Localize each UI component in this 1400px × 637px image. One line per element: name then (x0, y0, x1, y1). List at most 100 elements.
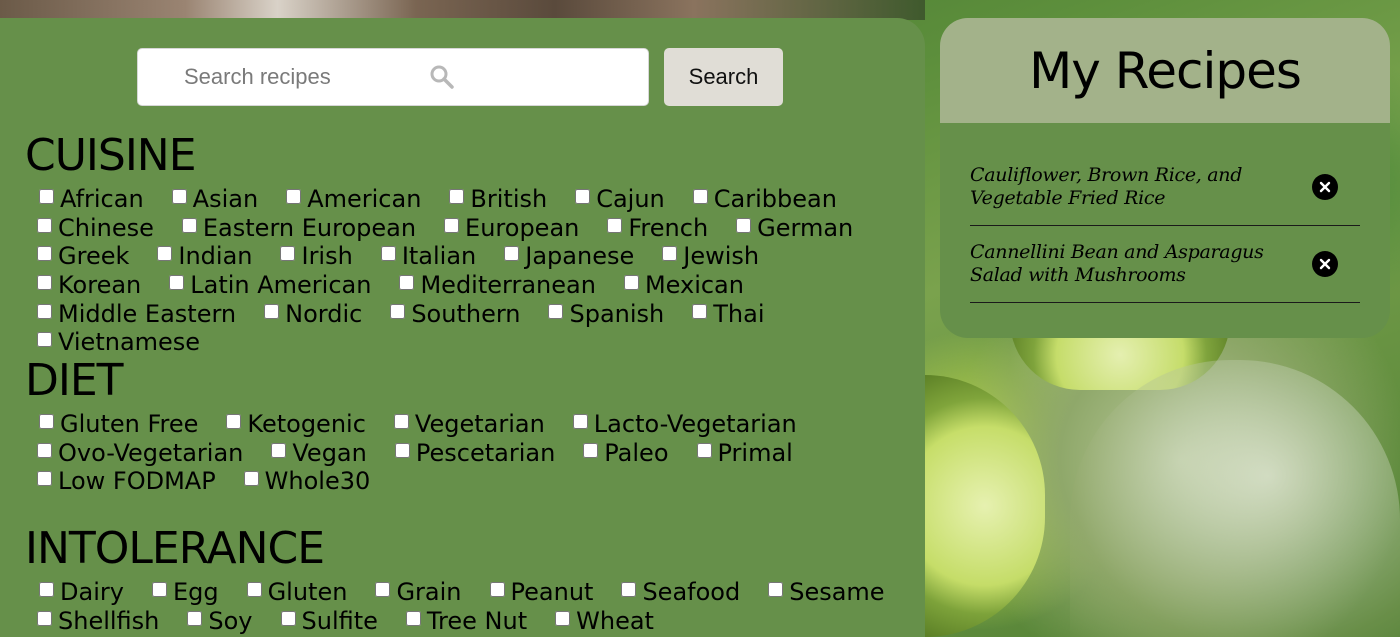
cuisine-checkbox[interactable] (548, 303, 564, 319)
diet-checkbox[interactable] (271, 442, 287, 458)
cuisine-checkbox[interactable] (171, 189, 187, 205)
cuisine-checkbox[interactable] (286, 189, 302, 205)
cuisine-option[interactable]: Italian (369, 242, 476, 271)
saved-recipe-name[interactable]: Cauliflower, Brown Rice, and Vegetable F… (970, 164, 1300, 210)
cuisine-option[interactable]: Caribbean (681, 185, 837, 214)
saved-recipe-item[interactable]: Cauliflower, Brown Rice, and Vegetable F… (970, 149, 1360, 226)
diet-option[interactable]: Lacto-Vegetarian (561, 410, 797, 439)
search-button[interactable]: Search (664, 48, 783, 106)
intolerance-checkbox[interactable] (768, 582, 784, 598)
cuisine-option[interactable]: European (432, 214, 579, 243)
cuisine-option[interactable]: Eastern European (170, 214, 416, 243)
cuisine-checkbox[interactable] (39, 189, 54, 205)
diet-checkbox[interactable] (572, 414, 588, 430)
diet-option[interactable]: Primal (685, 439, 793, 468)
intolerance-checkbox[interactable] (489, 582, 505, 598)
diet-option[interactable]: Whole30 (232, 467, 370, 496)
intolerance-option[interactable]: Wheat (543, 607, 654, 636)
diet-option[interactable]: Pescetarian (383, 439, 555, 468)
cuisine-option[interactable]: German (724, 214, 853, 243)
diet-option[interactable]: Paleo (571, 439, 669, 468)
cuisine-checkbox[interactable] (380, 246, 396, 262)
cuisine-option[interactable]: Asian (160, 185, 258, 214)
cuisine-checkbox[interactable] (37, 275, 52, 291)
cuisine-option[interactable]: Indian (145, 242, 252, 271)
cuisine-option[interactable]: Thai (680, 299, 765, 328)
cuisine-option[interactable]: Cajun (563, 185, 665, 214)
cuisine-checkbox[interactable] (181, 217, 197, 233)
diet-checkbox[interactable] (696, 442, 712, 458)
cuisine-option[interactable]: Greek (25, 242, 129, 271)
cuisine-checkbox[interactable] (692, 303, 708, 319)
cuisine-checkbox[interactable] (575, 189, 591, 205)
intolerance-checkbox[interactable] (37, 610, 52, 626)
intolerance-option[interactable]: Peanut (478, 578, 593, 607)
diet-option[interactable]: Vegetarian (382, 410, 545, 439)
cuisine-checkbox[interactable] (280, 246, 296, 262)
cuisine-checkbox[interactable] (692, 189, 708, 205)
intolerance-option[interactable]: Soy (175, 607, 253, 636)
cuisine-option[interactable]: Vietnamese (25, 328, 200, 357)
cuisine-option[interactable]: British (437, 185, 547, 214)
diet-checkbox[interactable] (583, 442, 599, 458)
cuisine-checkbox[interactable] (504, 246, 520, 262)
cuisine-option[interactable]: Spanish (536, 299, 664, 328)
intolerance-option[interactable]: Dairy (25, 578, 124, 607)
cuisine-checkbox[interactable] (157, 246, 173, 262)
intolerance-checkbox[interactable] (187, 610, 203, 626)
intolerance-option[interactable]: Gluten (235, 578, 347, 607)
diet-checkbox[interactable] (394, 442, 410, 458)
intolerance-option[interactable]: Egg (140, 578, 219, 607)
intolerance-option[interactable]: Shellfish (25, 607, 159, 636)
cuisine-option[interactable]: Southern (378, 299, 520, 328)
cuisine-checkbox[interactable] (169, 275, 185, 291)
cuisine-option[interactable]: Korean (25, 271, 141, 300)
cuisine-checkbox[interactable] (37, 217, 52, 233)
remove-recipe-button[interactable] (1312, 174, 1338, 200)
diet-checkbox[interactable] (243, 471, 259, 487)
cuisine-option[interactable]: Japanese (492, 242, 634, 271)
intolerance-checkbox[interactable] (375, 582, 391, 598)
cuisine-checkbox[interactable] (264, 303, 280, 319)
cuisine-option[interactable]: American (274, 185, 421, 214)
diet-checkbox[interactable] (393, 414, 409, 430)
cuisine-checkbox[interactable] (662, 246, 678, 262)
diet-option[interactable]: Vegan (259, 439, 367, 468)
intolerance-option[interactable]: Seafood (609, 578, 740, 607)
cuisine-checkbox[interactable] (37, 303, 52, 319)
cuisine-checkbox[interactable] (449, 189, 465, 205)
search-input[interactable] (137, 48, 649, 106)
intolerance-option[interactable]: Tree Nut (394, 607, 527, 636)
cuisine-checkbox[interactable] (623, 275, 639, 291)
diet-checkbox[interactable] (37, 442, 52, 458)
diet-checkbox[interactable] (39, 414, 54, 430)
diet-option[interactable]: Ketogenic (214, 410, 366, 439)
remove-recipe-button[interactable] (1312, 251, 1338, 277)
diet-checkbox[interactable] (226, 414, 242, 430)
intolerance-checkbox[interactable] (39, 582, 54, 598)
cuisine-option[interactable]: Middle Eastern (25, 299, 236, 328)
intolerance-option[interactable]: Grain (363, 578, 462, 607)
cuisine-checkbox[interactable] (444, 217, 460, 233)
cuisine-checkbox[interactable] (37, 246, 52, 262)
cuisine-option[interactable]: Jewish (650, 242, 759, 271)
cuisine-option[interactable]: African (25, 185, 144, 214)
cuisine-checkbox[interactable] (607, 217, 623, 233)
intolerance-checkbox[interactable] (151, 582, 167, 598)
intolerance-checkbox[interactable] (555, 610, 571, 626)
intolerance-checkbox[interactable] (246, 582, 262, 598)
cuisine-option[interactable]: Mexican (612, 271, 744, 300)
intolerance-checkbox[interactable] (280, 610, 296, 626)
cuisine-checkbox[interactable] (736, 217, 752, 233)
saved-recipe-item[interactable]: Cannellini Bean and Asparagus Salad with… (970, 226, 1360, 303)
cuisine-checkbox[interactable] (399, 275, 415, 291)
cuisine-option[interactable]: Latin American (157, 271, 371, 300)
cuisine-option[interactable]: Chinese (25, 214, 154, 243)
cuisine-option[interactable]: Irish (268, 242, 353, 271)
saved-recipe-name[interactable]: Cannellini Bean and Asparagus Salad with… (970, 241, 1300, 287)
cuisine-option[interactable]: Mediterranean (387, 271, 596, 300)
cuisine-option[interactable]: French (595, 214, 708, 243)
diet-option[interactable]: Ovo-Vegetarian (25, 439, 243, 468)
cuisine-checkbox[interactable] (37, 332, 52, 348)
diet-checkbox[interactable] (37, 471, 52, 487)
